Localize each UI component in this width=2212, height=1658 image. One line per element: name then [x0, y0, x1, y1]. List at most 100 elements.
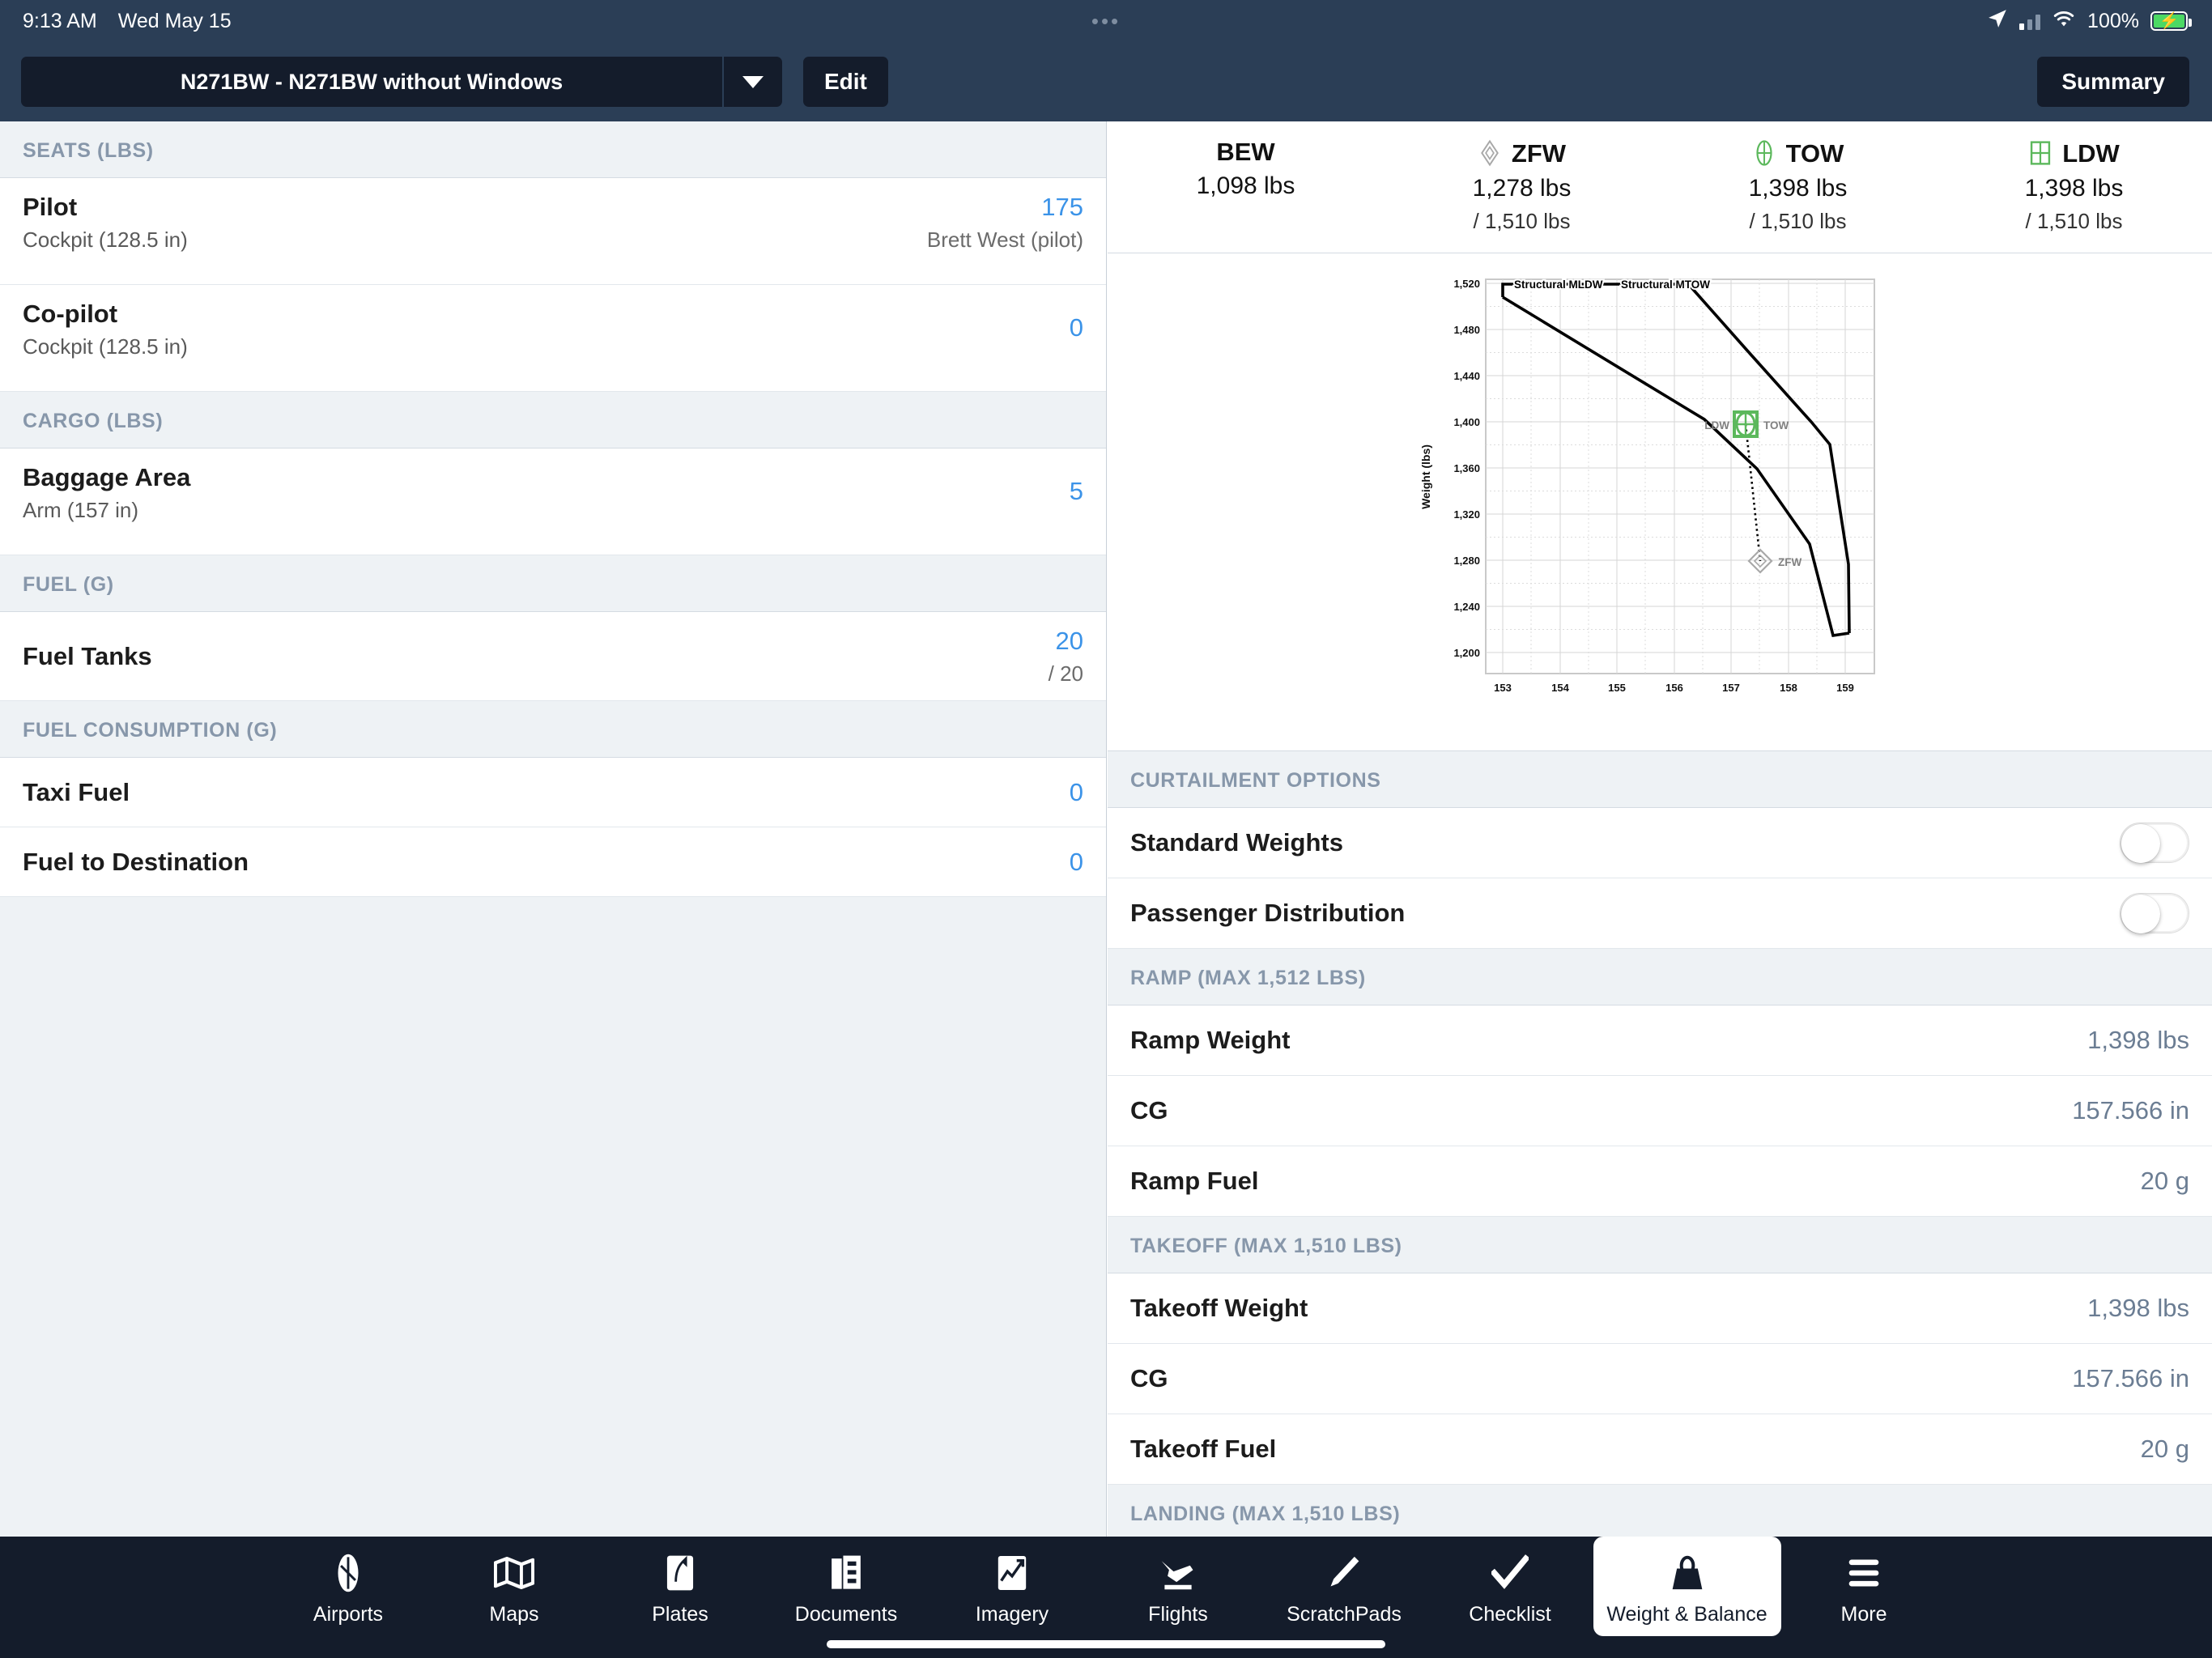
row-value[interactable]: 0 — [1070, 315, 1083, 340]
row-title: Ramp Weight — [1130, 1026, 1291, 1054]
row-value[interactable]: 175 — [1041, 194, 1083, 219]
status-bar-right: 100% ⚡ — [1987, 8, 2192, 35]
left-pane-filler — [0, 897, 1106, 1537]
row-takeoff-fuel[interactable]: Takeoff Fuel 20 g — [1108, 1414, 2212, 1485]
weights-summary-header: BEW 1,098 lbs ZFW 1,278 lbs / 1,510 lbs — [1108, 121, 2212, 253]
row-title: Ramp Fuel — [1130, 1167, 1259, 1195]
chevron-down-icon[interactable] — [724, 57, 782, 107]
summary-button[interactable]: Summary — [2037, 57, 2189, 107]
weight-value: 1,098 lbs — [1196, 172, 1295, 199]
document-icon — [828, 1550, 864, 1596]
row-subtitle: Cockpit (128.5 in) — [23, 334, 188, 359]
svg-text:1,280: 1,280 — [1453, 555, 1480, 567]
weight-cell-zfw: ZFW 1,278 lbs / 1,510 lbs — [1384, 139, 1660, 232]
row-title: CG — [1130, 1096, 1168, 1124]
hamburger-menu-icon — [1846, 1550, 1882, 1596]
tab-maps[interactable]: Maps — [432, 1537, 598, 1625]
tab-label: More — [1840, 1603, 1887, 1626]
tab-label: Weight & Balance — [1606, 1603, 1767, 1626]
section-header-cargo: CARGO (LBS) — [0, 392, 1106, 449]
row-value[interactable]: 5 — [1070, 478, 1083, 504]
standard-weights-toggle[interactable] — [2120, 823, 2189, 863]
tab-imagery[interactable]: Imagery — [929, 1537, 1095, 1625]
section-header-seats: SEATS (LBS) — [0, 121, 1106, 178]
wifi-icon — [2052, 9, 2076, 34]
bottom-tab-bar[interactable]: Airports Maps Plates Documents Imagery F… — [0, 1537, 2212, 1658]
row-standard-weights[interactable]: Standard Weights — [1108, 808, 2212, 878]
weight-label: ZFW — [1511, 138, 1567, 168]
row-baggage-area[interactable]: Baggage Area Arm (157 in) 5 — [0, 449, 1106, 555]
tab-documents[interactable]: Documents — [764, 1537, 929, 1625]
row-value-sub: Brett West (pilot) — [926, 227, 1083, 252]
section-header-fuel: FUEL (G) — [0, 555, 1106, 612]
weight-cell-bew: BEW 1,098 lbs — [1108, 139, 1384, 232]
tab-label: Documents — [794, 1603, 898, 1626]
status-dots: ••• — [1091, 9, 1121, 33]
tab-plates[interactable]: Plates — [598, 1537, 764, 1625]
tab-airports[interactable]: Airports — [266, 1537, 432, 1625]
tab-checklist[interactable]: Checklist — [1427, 1537, 1593, 1625]
row-title: Fuel to Destination — [23, 848, 249, 876]
row-value[interactable]: 0 — [1070, 780, 1083, 805]
row-subtitle: Arm (157 in) — [23, 498, 139, 522]
svg-text:157: 157 — [1722, 682, 1740, 694]
row-value[interactable]: 20 — [1056, 628, 1083, 653]
svg-text:TOW: TOW — [1763, 419, 1789, 432]
row-title: Fuel Tanks — [23, 642, 152, 670]
row-value: 157.566 in — [2072, 1364, 2189, 1392]
results-pane[interactable]: BEW 1,098 lbs ZFW 1,278 lbs / 1,510 lbs — [1108, 121, 2212, 1537]
tab-label: Checklist — [1469, 1603, 1551, 1626]
tab-weight-and-balance[interactable]: Weight & Balance — [1593, 1537, 1781, 1636]
passenger-distribution-toggle[interactable] — [2120, 893, 2189, 933]
svg-text:154: 154 — [1551, 682, 1569, 694]
section-header-takeoff: TAKEOFF (MAX 1,510 LBS) — [1108, 1217, 2212, 1273]
row-ramp-cg[interactable]: CG 157.566 in — [1108, 1076, 2212, 1146]
section-header-fuel-consumption: FUEL CONSUMPTION (G) — [0, 701, 1106, 758]
cg-envelope-chart[interactable]: 1,520 1,480 1,440 1,400 1,360 1,320 1,28… — [1108, 253, 2212, 751]
content-area: SEATS (LBS) Pilot Cockpit (128.5 in) 175… — [0, 121, 2212, 1537]
battery-percent: 100% — [2087, 9, 2139, 32]
row-value[interactable]: 0 — [1070, 849, 1083, 874]
edit-button[interactable]: Edit — [803, 57, 888, 107]
weight-value: 1,398 lbs — [2024, 175, 2124, 202]
row-takeoff-cg[interactable]: CG 157.566 in — [1108, 1344, 2212, 1414]
aircraft-selector-label[interactable]: N271BW - N271BW without Windows — [21, 57, 724, 107]
weight-cell-ldw: LDW 1,398 lbs / 1,510 lbs — [1936, 139, 2212, 232]
svg-text:1,200: 1,200 — [1453, 647, 1480, 659]
svg-text:1,240: 1,240 — [1453, 601, 1480, 613]
row-copilot[interactable]: Co-pilot Cockpit (128.5 in) 0 — [0, 285, 1106, 392]
row-title: Takeoff Fuel — [1130, 1435, 1277, 1463]
weight-max: / 1,510 lbs — [1749, 209, 1847, 233]
row-passenger-distribution[interactable]: Passenger Distribution — [1108, 878, 2212, 949]
map-fold-icon — [494, 1550, 534, 1596]
airplane-landing-icon — [1159, 1550, 1197, 1596]
svg-text:Structural MLDW: Structural MLDW — [1514, 278, 1603, 291]
tab-more[interactable]: More — [1781, 1537, 1947, 1625]
weight-label: BEW — [1216, 138, 1275, 166]
row-ramp-weight[interactable]: Ramp Weight 1,398 lbs — [1108, 1005, 2212, 1076]
cellular-signal-icon — [2019, 12, 2041, 30]
row-fuel-to-destination[interactable]: Fuel to Destination 0 — [0, 827, 1106, 897]
svg-text:1,400: 1,400 — [1453, 416, 1480, 428]
row-takeoff-weight[interactable]: Takeoff Weight 1,398 lbs — [1108, 1273, 2212, 1344]
row-value: 20 g — [2140, 1167, 2189, 1195]
weight-label: TOW — [1785, 138, 1844, 168]
section-header-landing: LANDING (MAX 1,510 LBS) — [1108, 1485, 2212, 1537]
row-subtitle: Cockpit (128.5 in) — [23, 227, 188, 252]
loading-items-pane[interactable]: SEATS (LBS) Pilot Cockpit (128.5 in) 175… — [0, 121, 1107, 1537]
row-ramp-fuel[interactable]: Ramp Fuel 20 g — [1108, 1146, 2212, 1217]
weight-value: 1,278 lbs — [1472, 175, 1572, 202]
tab-flights[interactable]: Flights — [1095, 1537, 1261, 1625]
status-bar: 9:13 AM Wed May 15 ••• 100% ⚡ — [0, 0, 2212, 42]
tab-scratchpads[interactable]: ScratchPads — [1261, 1537, 1427, 1625]
weight-label: LDW — [2062, 138, 2120, 168]
row-fuel-tanks[interactable]: Fuel Tanks 20 / 20 — [0, 612, 1106, 701]
svg-text:1,360: 1,360 — [1453, 462, 1480, 474]
nav-bar: N271BW - N271BW without Windows Edit Sum… — [0, 42, 2212, 121]
row-taxi-fuel[interactable]: Taxi Fuel 0 — [0, 758, 1106, 827]
tab-label: Airports — [313, 1603, 384, 1626]
row-title: Passenger Distribution — [1130, 899, 1406, 927]
row-pilot[interactable]: Pilot Cockpit (128.5 in) 175 Brett West … — [0, 178, 1106, 285]
aircraft-selector[interactable]: N271BW - N271BW without Windows — [21, 57, 782, 107]
row-value: 1,398 lbs — [2087, 1026, 2189, 1054]
